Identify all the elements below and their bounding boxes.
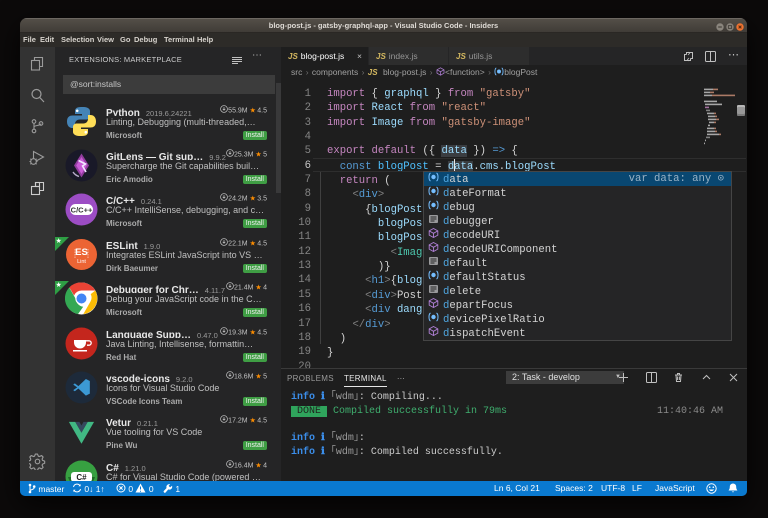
svg-text:Lint: Lint <box>77 259 86 265</box>
svg-text:C/C++: C/C++ <box>71 206 93 215</box>
svg-text:ES: ES <box>75 247 88 258</box>
svg-text:C#: C# <box>76 473 87 481</box>
